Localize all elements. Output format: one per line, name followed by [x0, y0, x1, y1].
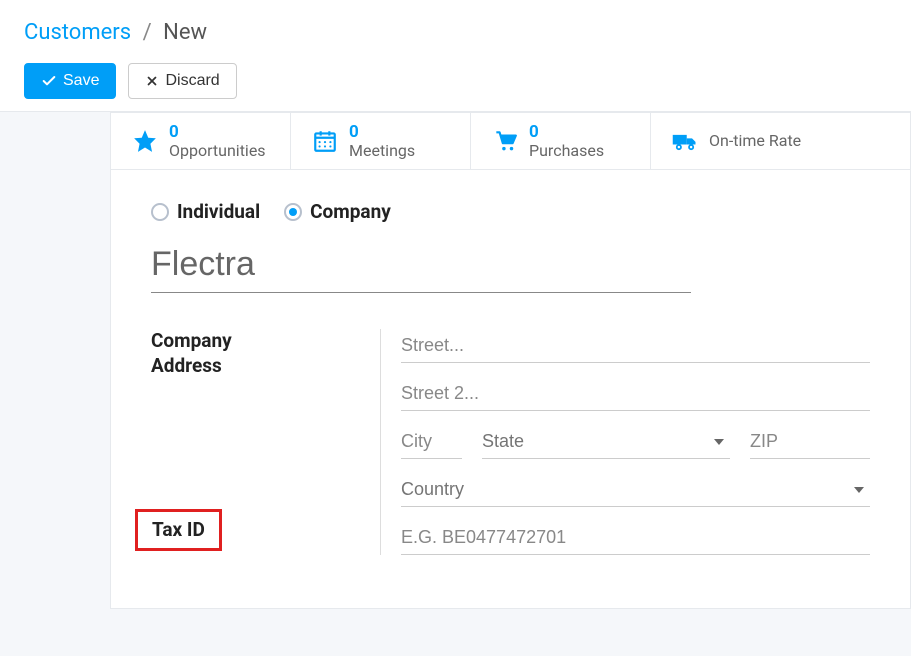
radio-circle-icon — [151, 203, 169, 221]
stat-meetings[interactable]: 0 Meetings — [291, 113, 471, 169]
radio-individual[interactable]: Individual — [151, 200, 260, 223]
stat-ontime-label: On-time Rate — [709, 132, 801, 150]
stat-purchases[interactable]: 0 Purchases — [471, 113, 651, 169]
radio-individual-label: Individual — [177, 200, 260, 223]
discard-button-label: Discard — [165, 72, 219, 90]
discard-button[interactable]: Discard — [128, 63, 236, 99]
label-column: Company Address Tax ID — [151, 329, 381, 555]
stat-tabs: 0 Opportunities 0 Meetings 0 Purchases — [110, 112, 911, 169]
stat-ontime-rate[interactable]: On-time Rate — [651, 113, 910, 169]
save-button[interactable]: Save — [24, 63, 116, 99]
tax-id-input[interactable] — [401, 521, 870, 555]
country-input[interactable] — [401, 473, 854, 506]
close-icon — [145, 74, 159, 88]
save-button-label: Save — [63, 72, 99, 90]
address-grid: Company Address Tax ID — [151, 329, 870, 555]
content-area: 0 Opportunities 0 Meetings 0 Purchases — [0, 112, 911, 609]
street2-input[interactable] — [401, 377, 870, 411]
state-input[interactable] — [482, 425, 714, 458]
customer-type-radios: Individual Company — [151, 200, 870, 223]
form-card: Individual Company Company Address Tax I… — [110, 169, 911, 609]
action-button-row: Save Discard — [24, 63, 887, 99]
city-input[interactable] — [401, 425, 462, 459]
tax-id-label: Tax ID — [135, 509, 222, 552]
breadcrumb: Customers / New — [24, 20, 887, 45]
calendar-icon — [311, 127, 339, 155]
radio-company-label: Company — [310, 200, 391, 223]
state-select[interactable] — [482, 425, 730, 459]
stat-opportunities[interactable]: 0 Opportunities — [111, 113, 291, 169]
input-column — [381, 329, 870, 555]
stat-opportunities-count: 0 — [169, 123, 266, 142]
country-select[interactable] — [401, 473, 870, 507]
company-address-label-l2: Address — [151, 354, 222, 377]
stat-purchases-count: 0 — [529, 123, 604, 142]
cart-icon — [491, 127, 519, 155]
star-icon — [131, 127, 159, 155]
truck-icon — [671, 127, 699, 155]
page-header: Customers / New Save Discard — [0, 0, 911, 112]
caret-down-icon — [854, 487, 864, 493]
street-input[interactable] — [401, 329, 870, 363]
company-address-label: Company Address — [151, 329, 360, 378]
stat-purchases-label: Purchases — [529, 142, 604, 160]
radio-circle-selected-icon — [284, 203, 302, 221]
zip-input[interactable] — [750, 425, 870, 459]
stat-opportunities-label: Opportunities — [169, 142, 266, 160]
customer-name-input[interactable] — [151, 241, 691, 293]
company-address-label-l1: Company — [151, 329, 232, 352]
check-icon — [41, 73, 57, 89]
radio-company[interactable]: Company — [284, 200, 391, 223]
breadcrumb-root-link[interactable]: Customers — [24, 20, 131, 45]
breadcrumb-separator: / — [143, 20, 152, 45]
city-state-zip-row — [401, 425, 870, 459]
stat-meetings-count: 0 — [349, 123, 415, 142]
stat-meetings-label: Meetings — [349, 142, 415, 160]
caret-down-icon — [714, 439, 724, 445]
breadcrumb-current: New — [163, 20, 207, 45]
